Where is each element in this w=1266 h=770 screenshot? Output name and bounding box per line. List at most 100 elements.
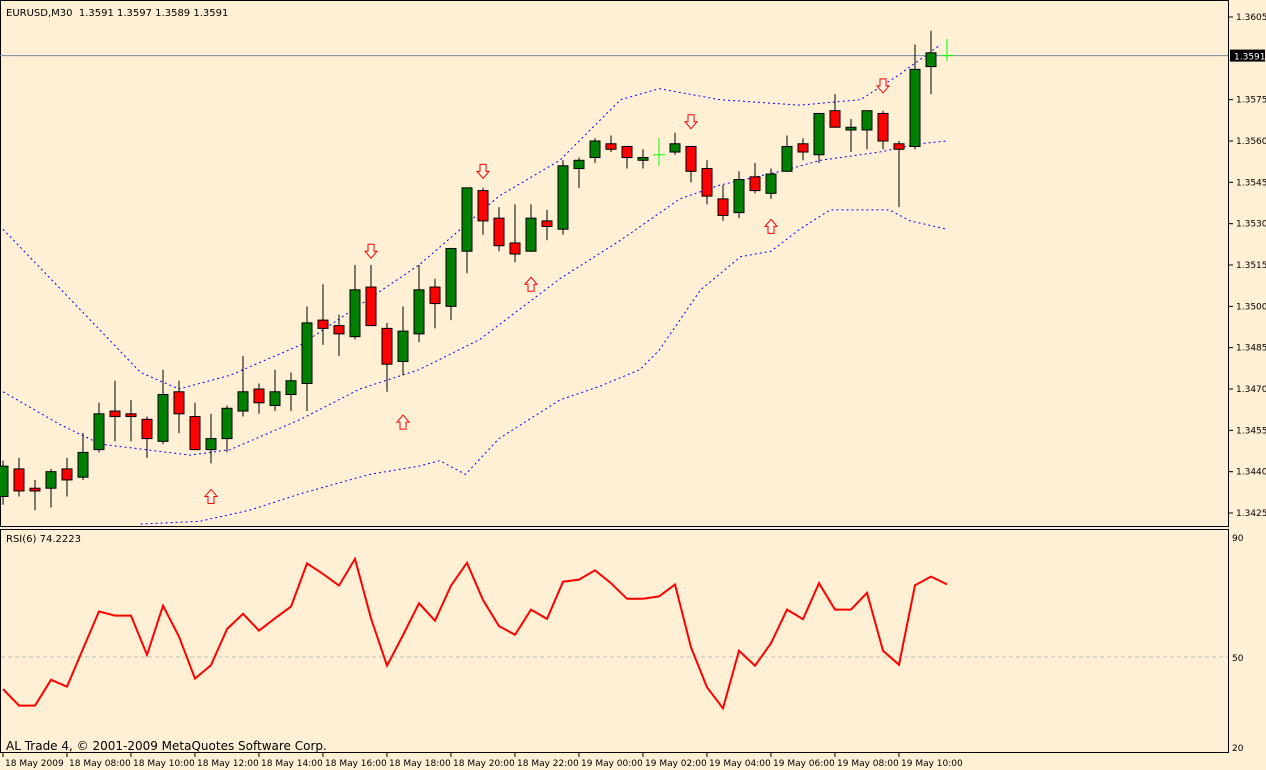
price-tick-label: 1.3575 bbox=[1236, 96, 1266, 106]
bull-candle bbox=[349, 289, 361, 338]
price-tick-label: 1.3605 bbox=[1236, 13, 1266, 23]
signal-arrows bbox=[203, 78, 891, 504]
time-tick-label: 18 May 14:00 bbox=[261, 759, 323, 769]
rsi-line bbox=[2, 556, 948, 711]
sell-arrow-icon bbox=[475, 163, 491, 180]
bull-candle bbox=[573, 159, 585, 170]
bear-candle bbox=[605, 143, 617, 150]
price-tick-label: 1.3455 bbox=[1236, 426, 1266, 436]
bear-candle bbox=[61, 468, 73, 481]
bollinger-lower-band bbox=[140, 209, 948, 525]
rsi-panel-border bbox=[0, 529, 1229, 753]
buy-arrow-icon bbox=[203, 488, 219, 504]
bull-candle bbox=[397, 330, 409, 362]
bear-candle bbox=[509, 242, 521, 255]
time-tick-label: 18 May 20:00 bbox=[453, 759, 515, 769]
bollinger-bands bbox=[2, 44, 948, 525]
bear-candle bbox=[13, 468, 25, 492]
bear-candle bbox=[429, 286, 441, 305]
bull-candle bbox=[733, 179, 745, 214]
price-tick-label: 1.3440 bbox=[1236, 468, 1266, 478]
bear-candle bbox=[893, 143, 905, 150]
price-axis[interactable]: 1.3605 1.3575 1.3560 1.3545 1.3530 1.3515 1.35… bbox=[1229, 13, 1266, 519]
bull-candle bbox=[221, 407, 233, 440]
bull-candle bbox=[461, 187, 473, 252]
price-tick-label: 1.3545 bbox=[1236, 178, 1266, 188]
time-tick-label: 19 May 06:00 bbox=[773, 759, 835, 769]
rsi-axis: 90 50 20 bbox=[1, 534, 1244, 754]
time-tick-label: 18 May 18:00 bbox=[389, 759, 451, 769]
price-tick-label: 1.3560 bbox=[1236, 137, 1266, 147]
price-tick-label: 1.3425 bbox=[1236, 509, 1266, 519]
bull-candle bbox=[781, 146, 793, 172]
bull-candle bbox=[765, 173, 777, 194]
time-tick-label: 19 May 04:00 bbox=[709, 759, 771, 769]
rsi-label: RSI(6) 74.2223 bbox=[6, 534, 81, 545]
bear-candle bbox=[493, 217, 505, 247]
time-tick-label: 18 May 22:00 bbox=[517, 759, 579, 769]
current-price-label: 1.3591 bbox=[1234, 53, 1266, 63]
time-tick-label: 18 May 2009 bbox=[5, 759, 64, 769]
bull-candle bbox=[557, 165, 569, 230]
symbol-label: EURUSD,M30 bbox=[6, 8, 73, 19]
bear-candle bbox=[141, 418, 153, 440]
bear-candle bbox=[829, 110, 841, 128]
bear-candle bbox=[877, 112, 889, 142]
bull-candle bbox=[77, 451, 89, 478]
bear-candle bbox=[29, 487, 41, 492]
price-tick-label: 1.3500 bbox=[1236, 302, 1266, 312]
bull-candle bbox=[237, 391, 249, 412]
bull-candle bbox=[205, 438, 217, 451]
bull-candle bbox=[637, 157, 649, 161]
time-tick-label: 19 May 08:00 bbox=[837, 759, 899, 769]
chart-canvas[interactable]: 1.3605 1.3575 1.3560 1.3545 1.3530 1.3515 1.35… bbox=[0, 0, 1266, 770]
time-tick-label: 18 May 16:00 bbox=[325, 759, 387, 769]
rsi-tick-label: 50 bbox=[1232, 654, 1244, 664]
bear-candle bbox=[189, 416, 201, 451]
time-tick-label: 18 May 12:00 bbox=[197, 759, 259, 769]
price-tick-label: 1.3470 bbox=[1236, 385, 1266, 395]
sell-arrow-icon bbox=[683, 114, 699, 130]
buy-arrow-icon bbox=[523, 276, 539, 292]
time-tick-label: 18 May 08:00 bbox=[69, 759, 131, 769]
chart-header: EURUSD,M30 1.3591 1.3597 1.3589 1.3591 bbox=[6, 8, 228, 19]
bear-candle bbox=[621, 146, 633, 159]
candles bbox=[0, 30, 953, 511]
bull-candle bbox=[669, 143, 681, 153]
rsi-tick-label: 90 bbox=[1232, 534, 1244, 544]
bear-candle bbox=[701, 168, 713, 197]
bull-candle bbox=[45, 471, 57, 489]
bear-candle bbox=[797, 143, 809, 153]
time-tick-label: 18 May 10:00 bbox=[133, 759, 195, 769]
price-tick-label: 1.3515 bbox=[1236, 261, 1266, 271]
bear-candle bbox=[125, 413, 137, 418]
bear-candle bbox=[173, 391, 185, 415]
rsi-tick-label: 20 bbox=[1232, 744, 1244, 754]
bull-candle bbox=[157, 394, 169, 442]
bear-candle bbox=[477, 190, 489, 222]
bear-candle bbox=[317, 319, 329, 329]
bear-candle bbox=[333, 325, 345, 335]
rsi-series bbox=[2, 556, 948, 711]
bear-candle bbox=[109, 410, 121, 418]
bull-candle bbox=[525, 217, 537, 252]
bull-candle bbox=[93, 413, 105, 451]
time-tick-label: 19 May 10:00 bbox=[901, 759, 963, 769]
bull-candle bbox=[285, 380, 297, 396]
bear-candle bbox=[381, 327, 393, 365]
buy-arrow-icon bbox=[763, 218, 779, 234]
bear-candle bbox=[253, 388, 265, 404]
ohlc-label: 1.3591 1.3597 1.3589 1.3591 bbox=[78, 8, 229, 19]
bear-candle bbox=[717, 198, 729, 216]
bull-candle bbox=[861, 110, 873, 131]
sell-arrow-icon bbox=[363, 243, 379, 259]
buy-arrow-icon bbox=[395, 414, 411, 430]
time-tick-label: 19 May 00:00 bbox=[581, 759, 643, 769]
price-tick-label: 1.3530 bbox=[1236, 220, 1266, 230]
bull-candle bbox=[0, 465, 9, 497]
bollinger-middle-band bbox=[2, 140, 948, 456]
time-axis[interactable]: 18 May 2009 18 May 08:00 18 May 10:00 18 Ma… bbox=[2, 753, 963, 769]
bull-candle bbox=[269, 391, 281, 407]
sell-arrow-icon bbox=[875, 78, 891, 94]
bull-candle bbox=[589, 140, 601, 159]
